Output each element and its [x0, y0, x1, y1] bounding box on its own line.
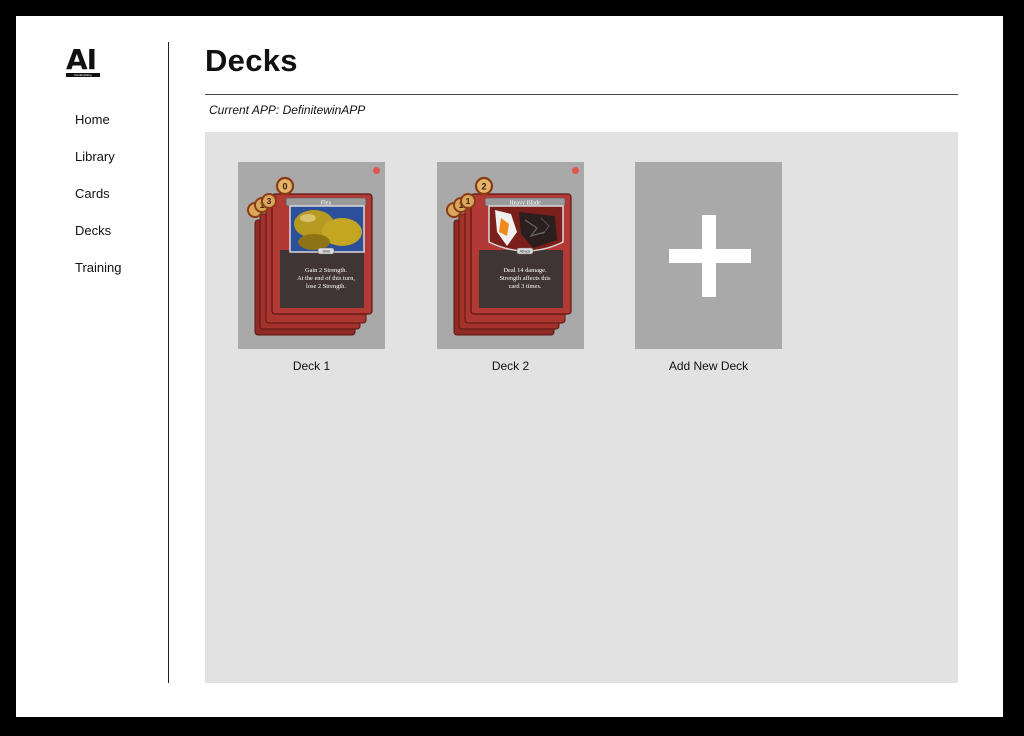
card-stack-image: Heavy Blade Attack Deal 14 damage. Stren… — [446, 176, 572, 336]
add-new-deck-tile[interactable]: Add New Deck — [635, 162, 782, 373]
card-text-line: lose 2 Strength. — [306, 283, 346, 290]
card-text-line: Strength affects this — [500, 275, 552, 282]
card-text-line: At the end of this turn, — [297, 275, 355, 282]
sidebar-divider — [168, 42, 169, 683]
current-app-label: Current APP: DefinitewinAPP — [209, 103, 366, 117]
logo-text: AI — [66, 43, 97, 76]
title-divider — [205, 94, 958, 95]
plus-icon-vertical — [702, 215, 716, 297]
logo-subtext: Deckbuilding — [66, 73, 100, 77]
cost-orb-value: 3 — [267, 197, 272, 206]
decks-panel: Flex Skill Gain 2 Strength. At the end o… — [205, 132, 958, 683]
sidebar-nav: Home Library Cards Decks Training — [75, 112, 121, 297]
deck-label: Deck 2 — [491, 359, 530, 373]
logo[interactable]: AI Deckbuilding — [66, 46, 102, 78]
deck-label: Deck 1 — [292, 359, 331, 373]
sidebar-item-decks[interactable]: Decks — [75, 223, 121, 260]
sidebar-item-training[interactable]: Training — [75, 260, 121, 297]
energy-cost: 0 — [282, 182, 287, 192]
deck-thumbnail[interactable]: Flex Skill Gain 2 Strength. At the end o… — [238, 162, 385, 349]
cost-orb-value: 1 — [466, 197, 471, 206]
card-stack-image: Flex Skill Gain 2 Strength. At the end o… — [247, 176, 373, 336]
deck-tile-1[interactable]: Flex Skill Gain 2 Strength. At the end o… — [238, 162, 385, 373]
card-text-line: card 3 times. — [509, 283, 542, 290]
card-text-line: Deal 14 damage. — [503, 267, 547, 274]
sidebar-item-cards[interactable]: Cards — [75, 186, 121, 223]
sidebar-item-library[interactable]: Library — [75, 149, 121, 186]
page-title: Decks — [205, 43, 298, 78]
add-deck-label: Add New Deck — [668, 359, 749, 373]
card-text-line: Gain 2 Strength. — [305, 267, 347, 274]
deck-thumbnail[interactable]: Heavy Blade Attack Deal 14 damage. Stren… — [437, 162, 584, 349]
card-art-shape — [300, 214, 316, 222]
card-type: Skill — [322, 249, 329, 254]
sidebar-item-home[interactable]: Home — [75, 112, 121, 149]
add-deck-button[interactable] — [635, 162, 782, 349]
energy-cost: 2 — [481, 182, 486, 192]
card-type: Attack — [519, 249, 530, 254]
app-window: AI Deckbuilding Home Library Cards Decks… — [16, 16, 1003, 717]
deck-tile-2[interactable]: Heavy Blade Attack Deal 14 damage. Stren… — [437, 162, 584, 373]
